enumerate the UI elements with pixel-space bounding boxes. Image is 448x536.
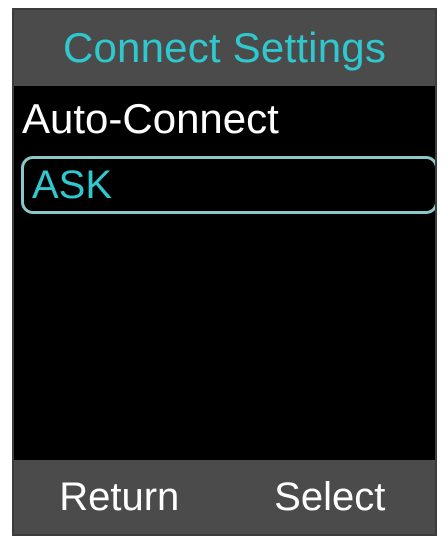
auto-connect-option[interactable]: ASK	[21, 156, 435, 214]
device-screen: Connect Settings Auto-Connect ASK Return…	[12, 8, 437, 536]
title-bar: Connect Settings	[14, 10, 435, 86]
softkey-bar: Return Select	[14, 460, 435, 534]
page-title: Connect Settings	[62, 24, 387, 71]
auto-connect-label: Auto-Connect	[22, 95, 279, 142]
return-button[interactable]: Return	[14, 460, 225, 534]
auto-connect-value: ASK	[32, 163, 113, 207]
select-button[interactable]: Select	[224, 460, 435, 534]
